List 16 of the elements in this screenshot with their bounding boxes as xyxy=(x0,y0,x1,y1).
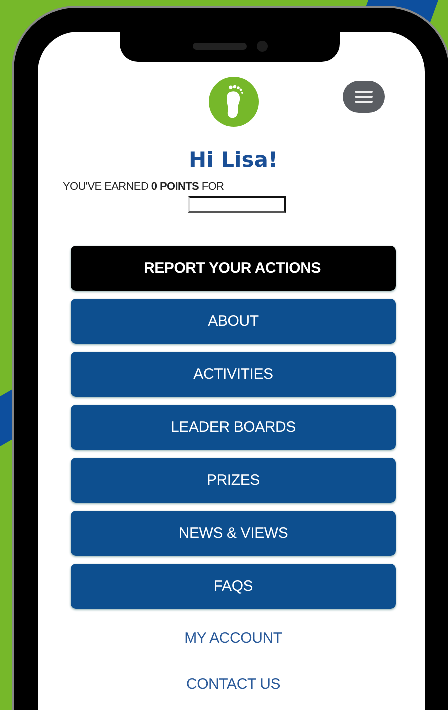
menu-button[interactable] xyxy=(343,81,385,113)
menu-item-button[interactable]: ABOUT xyxy=(71,299,396,344)
menu-link[interactable]: CONTACT US xyxy=(182,676,281,693)
menu-item-button[interactable]: FAQS xyxy=(71,564,396,609)
menu-item-button[interactable]: LEADER BOARDS xyxy=(71,405,396,450)
camera-icon xyxy=(256,41,268,52)
speaker-icon xyxy=(192,43,246,50)
menu-icon xyxy=(355,91,373,103)
greeting-heading: Hi Lisa! xyxy=(188,148,279,172)
menu-item-button[interactable]: ACTIVITIES xyxy=(71,352,396,397)
menu-item-button[interactable]: PRIZES xyxy=(71,458,396,503)
menu-link[interactable]: MY ACCOUNT xyxy=(180,630,282,647)
points-earned-text: YOU'VE EARNED 0 POINTS FOR xyxy=(63,181,226,193)
menu-item-button[interactable]: NEWS & VIEWS xyxy=(71,511,396,556)
footprint-logo-icon xyxy=(208,77,258,127)
menu-item-button[interactable]: REPORT YOUR ACTIONS xyxy=(71,246,396,291)
